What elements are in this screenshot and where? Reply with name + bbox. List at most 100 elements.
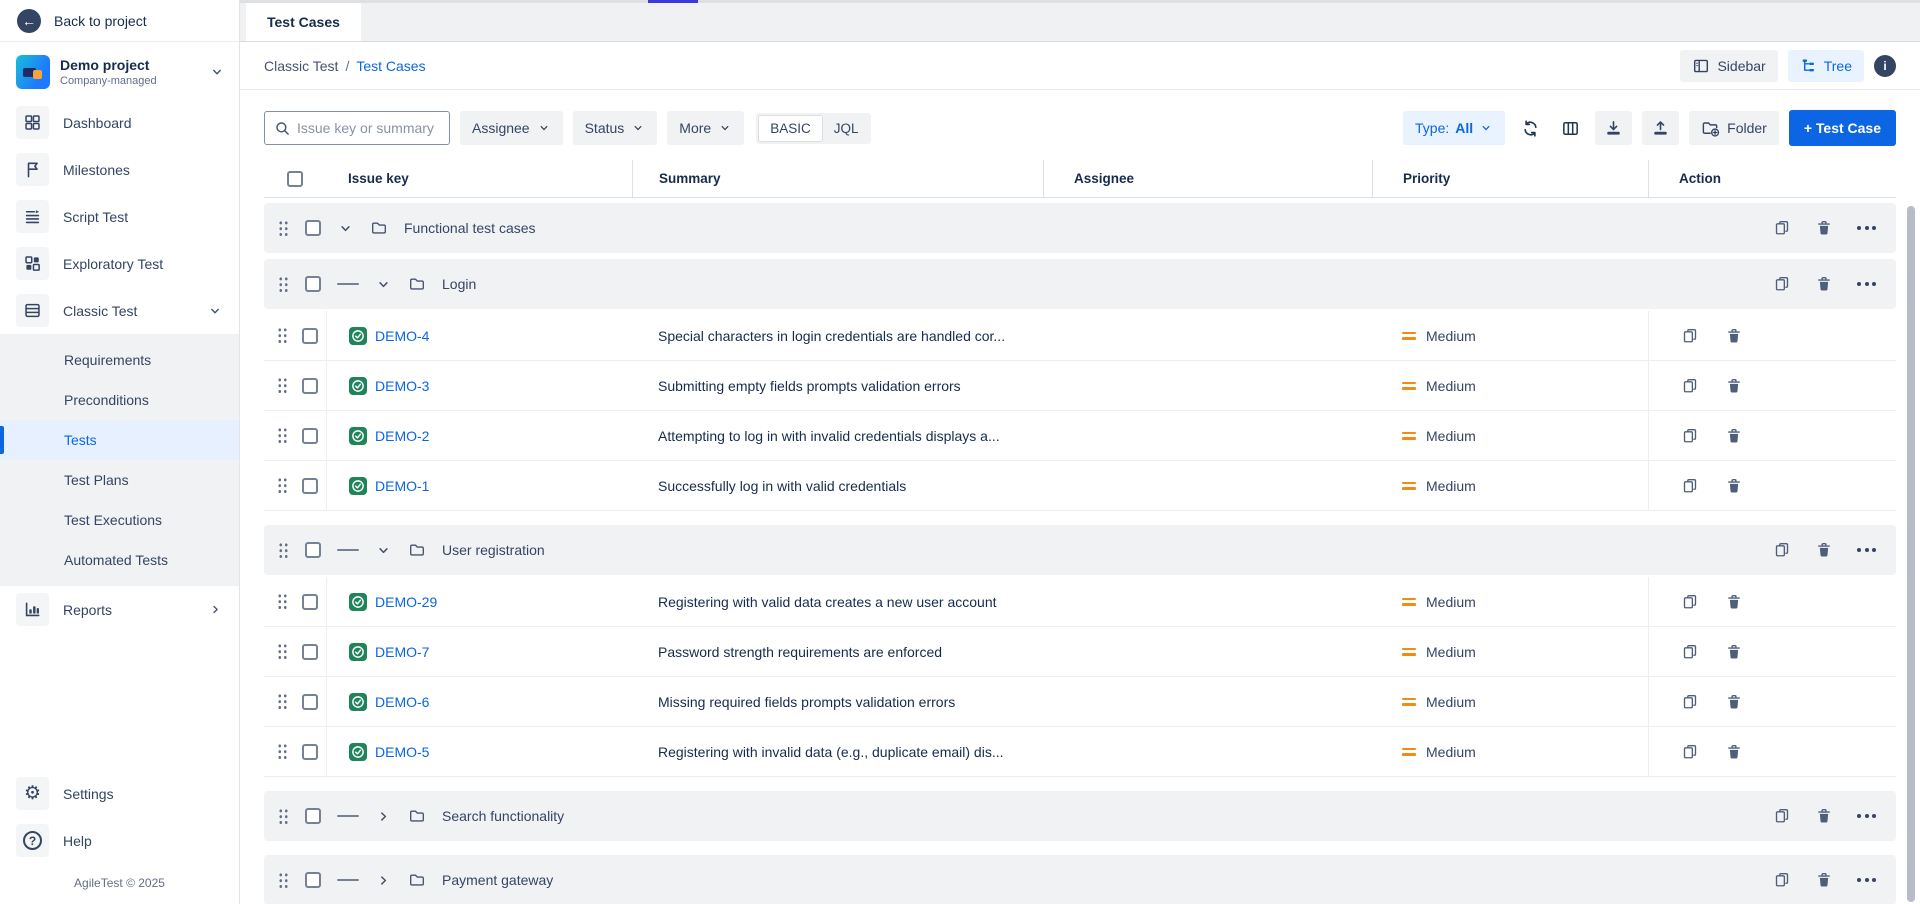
copy-icon[interactable]: [1773, 807, 1791, 825]
sidebar-item-dashboard[interactable]: Dashboard: [0, 99, 239, 146]
copy-icon[interactable]: [1681, 693, 1699, 711]
row-checkbox[interactable]: [302, 744, 318, 760]
more-icon[interactable]: [1857, 878, 1876, 882]
row-checkbox[interactable]: [302, 328, 318, 344]
copy-icon[interactable]: [1773, 275, 1791, 293]
sidebar-item-script-test[interactable]: Script Test: [0, 193, 239, 240]
row-checkbox[interactable]: [305, 542, 321, 558]
chevron-down-icon[interactable]: [375, 542, 392, 559]
sidebar-item-exploratory-test[interactable]: Exploratory Test: [0, 240, 239, 287]
trash-icon[interactable]: [1725, 477, 1743, 495]
column-header-action[interactable]: Action: [1648, 160, 1896, 197]
more-icon[interactable]: [1857, 282, 1876, 286]
more-filter-dropdown[interactable]: More: [667, 111, 744, 145]
trash-icon[interactable]: [1725, 743, 1743, 761]
folder-name[interactable]: Login: [442, 276, 476, 292]
copy-icon[interactable]: [1681, 593, 1699, 611]
drag-handle-icon[interactable]: [277, 743, 288, 760]
breadcrumb-parent[interactable]: Classic Test: [264, 58, 338, 74]
trash-icon[interactable]: [1815, 807, 1833, 825]
column-header-assignee[interactable]: Assignee: [1043, 160, 1372, 197]
sidebar-toggle-button[interactable]: Sidebar: [1680, 50, 1777, 82]
drag-handle-icon[interactable]: [278, 542, 289, 559]
issue-key-link[interactable]: DEMO-7: [375, 644, 429, 660]
folder-name[interactable]: User registration: [442, 542, 545, 558]
sidebar-item-milestones[interactable]: Milestones: [0, 146, 239, 193]
chevron-right-icon[interactable]: [375, 872, 392, 889]
mode-basic[interactable]: BASIC: [758, 115, 823, 142]
trash-icon[interactable]: [1815, 871, 1833, 889]
sidebar-item-preconditions[interactable]: Preconditions: [0, 380, 239, 420]
copy-icon[interactable]: [1681, 743, 1699, 761]
tree-view-button[interactable]: Tree: [1788, 50, 1864, 82]
drag-handle-icon[interactable]: [278, 220, 289, 237]
sidebar-item-test-plans[interactable]: Test Plans: [0, 460, 239, 500]
row-checkbox[interactable]: [305, 276, 321, 292]
trash-icon[interactable]: [1725, 377, 1743, 395]
row-checkbox[interactable]: [305, 872, 321, 888]
drag-handle-icon[interactable]: [278, 276, 289, 293]
copy-icon[interactable]: [1681, 327, 1699, 345]
drag-handle-icon[interactable]: [277, 693, 288, 710]
export-button[interactable]: [1642, 111, 1679, 145]
vertical-scrollbar[interactable]: [1907, 206, 1915, 902]
sidebar-item-reports[interactable]: Reports: [0, 586, 239, 633]
drag-handle-icon[interactable]: [277, 377, 288, 394]
copy-icon[interactable]: [1681, 377, 1699, 395]
issue-key-link[interactable]: DEMO-29: [375, 594, 437, 610]
more-icon[interactable]: [1857, 226, 1876, 230]
drag-handle-icon[interactable]: [277, 477, 288, 494]
copy-icon[interactable]: [1681, 643, 1699, 661]
folder-name[interactable]: Payment gateway: [442, 872, 553, 888]
trash-icon[interactable]: [1815, 275, 1833, 293]
more-icon[interactable]: [1857, 548, 1876, 552]
issue-key-link[interactable]: DEMO-4: [375, 328, 429, 344]
sidebar-item-tests[interactable]: Tests: [0, 420, 239, 460]
issue-key-link[interactable]: DEMO-6: [375, 694, 429, 710]
status-filter-dropdown[interactable]: Status: [573, 111, 658, 145]
drag-handle-icon[interactable]: [278, 872, 289, 889]
new-test-case-button[interactable]: + Test Case: [1789, 110, 1896, 146]
row-checkbox[interactable]: [302, 478, 318, 494]
row-checkbox[interactable]: [302, 694, 318, 710]
folder-name[interactable]: Search functionality: [442, 808, 564, 824]
trash-icon[interactable]: [1725, 593, 1743, 611]
copy-icon[interactable]: [1773, 219, 1791, 237]
row-checkbox[interactable]: [302, 594, 318, 610]
sidebar-item-test-executions[interactable]: Test Executions: [0, 500, 239, 540]
back-to-project[interactable]: ← Back to project: [0, 0, 239, 42]
row-checkbox[interactable]: [302, 428, 318, 444]
drag-handle-icon[interactable]: [277, 643, 288, 660]
info-icon[interactable]: i: [1874, 55, 1896, 77]
new-folder-button[interactable]: Folder: [1689, 111, 1779, 145]
trash-icon[interactable]: [1815, 219, 1833, 237]
tab-test-cases[interactable]: Test Cases: [246, 3, 361, 41]
refresh-button[interactable]: [1515, 111, 1545, 145]
breadcrumb-current[interactable]: Test Cases: [356, 58, 425, 74]
trash-icon[interactable]: [1725, 427, 1743, 445]
issue-key-link[interactable]: DEMO-1: [375, 478, 429, 494]
sidebar-item-classic-test[interactable]: Classic Test: [0, 287, 239, 334]
folder-name[interactable]: Functional test cases: [404, 220, 536, 236]
trash-icon[interactable]: [1725, 327, 1743, 345]
trash-icon[interactable]: [1815, 541, 1833, 559]
sidebar-item-help[interactable]: ? Help: [0, 817, 239, 864]
column-header-issue-key[interactable]: Issue key: [326, 160, 632, 197]
row-checkbox[interactable]: [302, 644, 318, 660]
chevron-right-icon[interactable]: [375, 808, 392, 825]
assignee-filter-dropdown[interactable]: Assignee: [460, 111, 563, 145]
sidebar-item-requirements[interactable]: Requirements: [0, 340, 239, 380]
search-input[interactable]: [297, 120, 440, 136]
drag-handle-icon[interactable]: [277, 327, 288, 344]
chevron-down-icon[interactable]: [337, 220, 354, 237]
mode-jql[interactable]: JQL: [823, 116, 870, 141]
drag-handle-icon[interactable]: [278, 808, 289, 825]
type-filter-dropdown[interactable]: Type: All: [1403, 111, 1505, 145]
copy-icon[interactable]: [1681, 427, 1699, 445]
issue-key-link[interactable]: DEMO-2: [375, 428, 429, 444]
sidebar-item-settings[interactable]: ⚙ Settings: [0, 770, 239, 817]
copy-icon[interactable]: [1773, 541, 1791, 559]
more-icon[interactable]: [1857, 814, 1876, 818]
column-header-summary[interactable]: Summary: [632, 160, 1043, 197]
issue-key-link[interactable]: DEMO-5: [375, 744, 429, 760]
